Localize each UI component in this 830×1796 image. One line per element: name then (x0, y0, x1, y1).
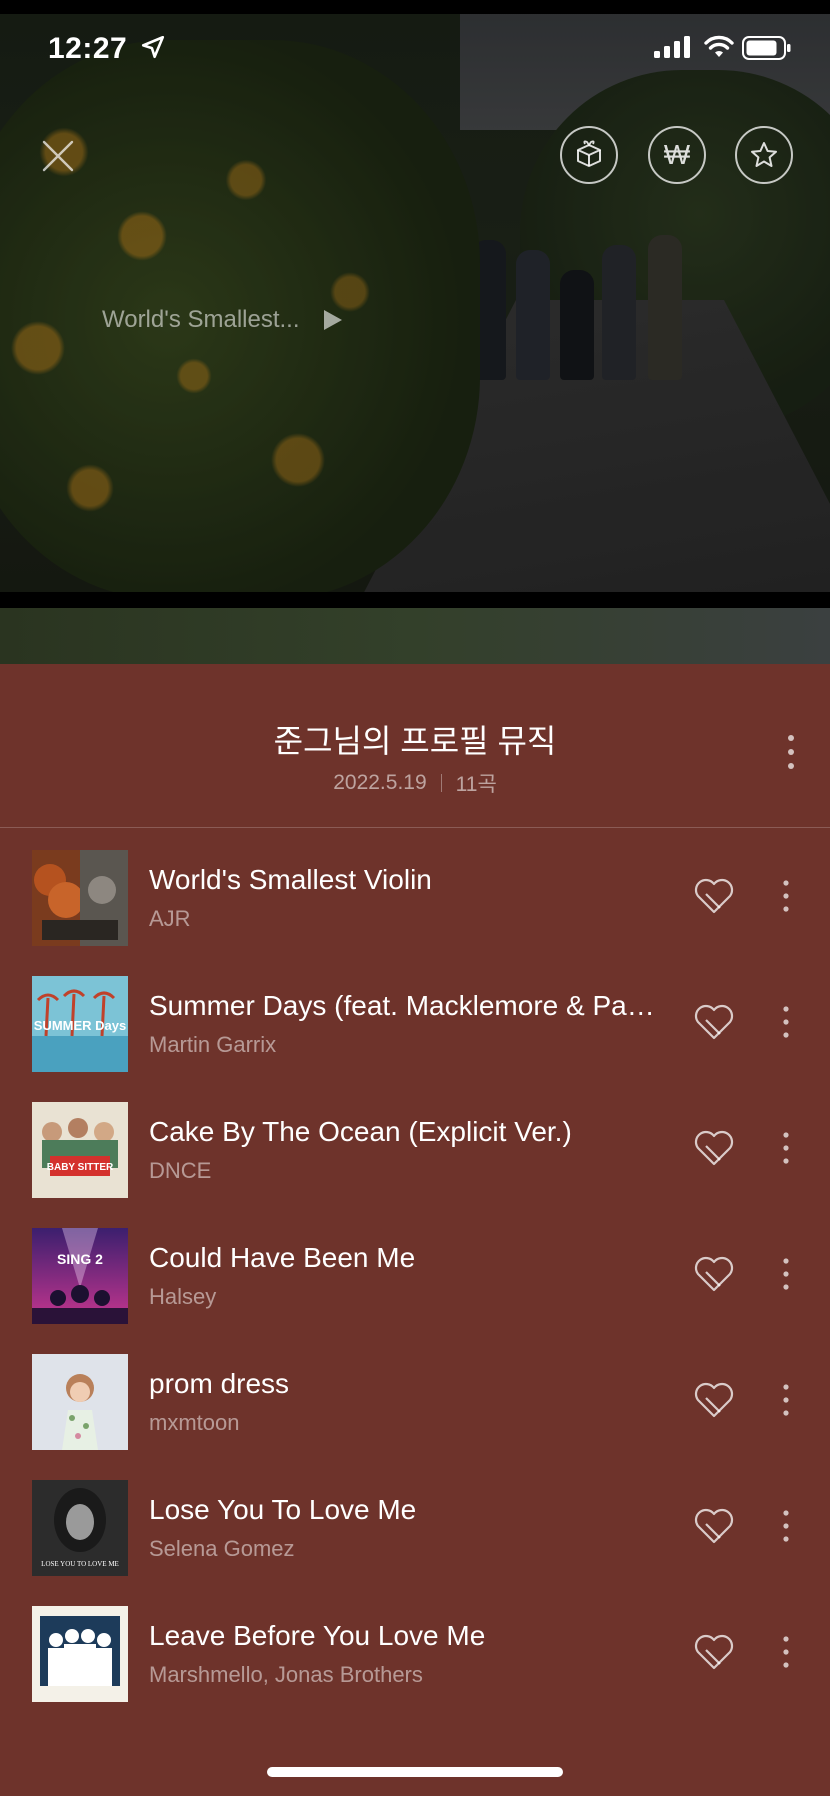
album-art-cake-by-the-ocean: BABY SITTER (32, 1102, 128, 1198)
track-row[interactable]: BABY SITTER Cake By The Ocean (Explicit … (0, 1080, 830, 1206)
playlist-title: 준그님의 프로필 뮤직 (273, 723, 557, 759)
now-playing-button[interactable]: World's Smallest... (102, 306, 344, 334)
track-artist: mxmtoon (149, 1410, 240, 1435)
track-row[interactable]: SUMMER Days Summer Days (feat. Macklemor… (0, 954, 830, 1080)
track-row[interactable]: World's Smallest Violin AJR (0, 828, 830, 954)
won-icon: ₩ (663, 139, 691, 170)
gift-button[interactable] (560, 126, 618, 184)
location-arrow-icon (141, 35, 165, 59)
album-art-worlds-smallest-violin (32, 850, 128, 946)
track-title: Cake By The Ocean (Explicit Ver.) (149, 1116, 572, 1147)
album-art-lose-you-to-love-me: LOSE YOU TO LOVE ME (32, 1480, 128, 1576)
album-art-summer-days: SUMMER Days (32, 976, 128, 1072)
now-playing-title: World's Smallest... (102, 306, 300, 333)
track-artist: Halsey (149, 1284, 217, 1309)
track-row[interactable]: Leave Before You Love Me Marshmello, Jon… (0, 1584, 830, 1710)
track-title: Lose You To Love Me (149, 1494, 417, 1525)
track-artist: Martin Garrix (149, 1032, 277, 1057)
track-title: Leave Before You Love Me (149, 1620, 486, 1651)
photo-strip (0, 608, 830, 664)
track-more-icon[interactable] (776, 1634, 796, 1670)
wifi-icon (704, 35, 734, 57)
playlist-date: 2022.5.19 (333, 771, 427, 794)
track-row[interactable]: LOSE YOU TO LOVE ME Lose You To Love Me … (0, 1458, 830, 1584)
album-art-sing-2: SING 2 (32, 1228, 128, 1324)
star-icon (751, 142, 777, 167)
meta-divider (440, 774, 442, 792)
track-artist: Marshmello, Jonas Brothers (149, 1662, 423, 1687)
heart-like-icon[interactable] (692, 876, 736, 916)
favorite-button[interactable] (735, 126, 793, 184)
track-more-icon[interactable] (776, 1004, 796, 1040)
heart-like-icon[interactable] (692, 1254, 736, 1294)
track-row[interactable]: SING 2 Could Have Been Me Halsey (0, 1206, 830, 1332)
album-art-text: LOSE YOU TO LOVE ME (41, 1560, 119, 1568)
gift-icon (577, 140, 601, 167)
heart-like-icon[interactable] (692, 1002, 736, 1042)
cellular-signal-icon (654, 36, 690, 58)
status-time: 12:27 (48, 32, 128, 65)
close-icon[interactable] (36, 134, 80, 178)
playlist-panel: 준그님의 프로필 뮤직 2022.5.19 11곡 World's Smalle… (0, 664, 830, 1796)
track-title: World's Smallest Violin (149, 864, 432, 895)
profile-background-photo (0, 0, 830, 600)
track-title: Summer Days (feat. Macklemore & Patrick … (149, 990, 659, 1021)
album-art-text: SUMMER Days (34, 1018, 126, 1033)
playlist-count: 11곡 (455, 773, 497, 796)
playlist-header: 준그님의 프로필 뮤직 2022.5.19 11곡 (0, 664, 830, 828)
track-artist: AJR (149, 906, 191, 931)
heart-like-icon[interactable] (692, 1128, 736, 1168)
track-title: prom dress (149, 1368, 290, 1399)
purchase-button[interactable]: ₩ (648, 126, 706, 184)
status-bar: 12:27 (0, 22, 830, 82)
track-more-icon[interactable] (776, 1382, 796, 1418)
album-art-leave-before-you-love-me (32, 1606, 128, 1702)
home-indicator[interactable] (267, 1767, 563, 1777)
track-title: Could Have Been Me (149, 1242, 416, 1273)
battery-icon (742, 36, 791, 60)
track-more-icon[interactable] (776, 1508, 796, 1544)
track-more-icon[interactable] (776, 1130, 796, 1166)
heart-like-icon[interactable] (692, 1632, 736, 1672)
album-art-text: SING 2 (57, 1251, 103, 1267)
heart-like-icon[interactable] (692, 1506, 736, 1546)
track-row[interactable]: prom dress mxmtoon (0, 1332, 830, 1458)
track-artist: DNCE (149, 1158, 212, 1183)
playlist-meta: 2022.5.19 11곡 (0, 768, 830, 798)
album-art-prom-dress (32, 1354, 128, 1450)
track-more-icon[interactable] (776, 878, 796, 914)
play-icon (323, 310, 342, 330)
track-artist: Selena Gomez (149, 1536, 295, 1561)
track-more-icon[interactable] (776, 1256, 796, 1292)
album-art-text: BABY SITTER (47, 1162, 114, 1173)
more-options-icon[interactable] (780, 732, 802, 772)
heart-like-icon[interactable] (692, 1380, 736, 1420)
